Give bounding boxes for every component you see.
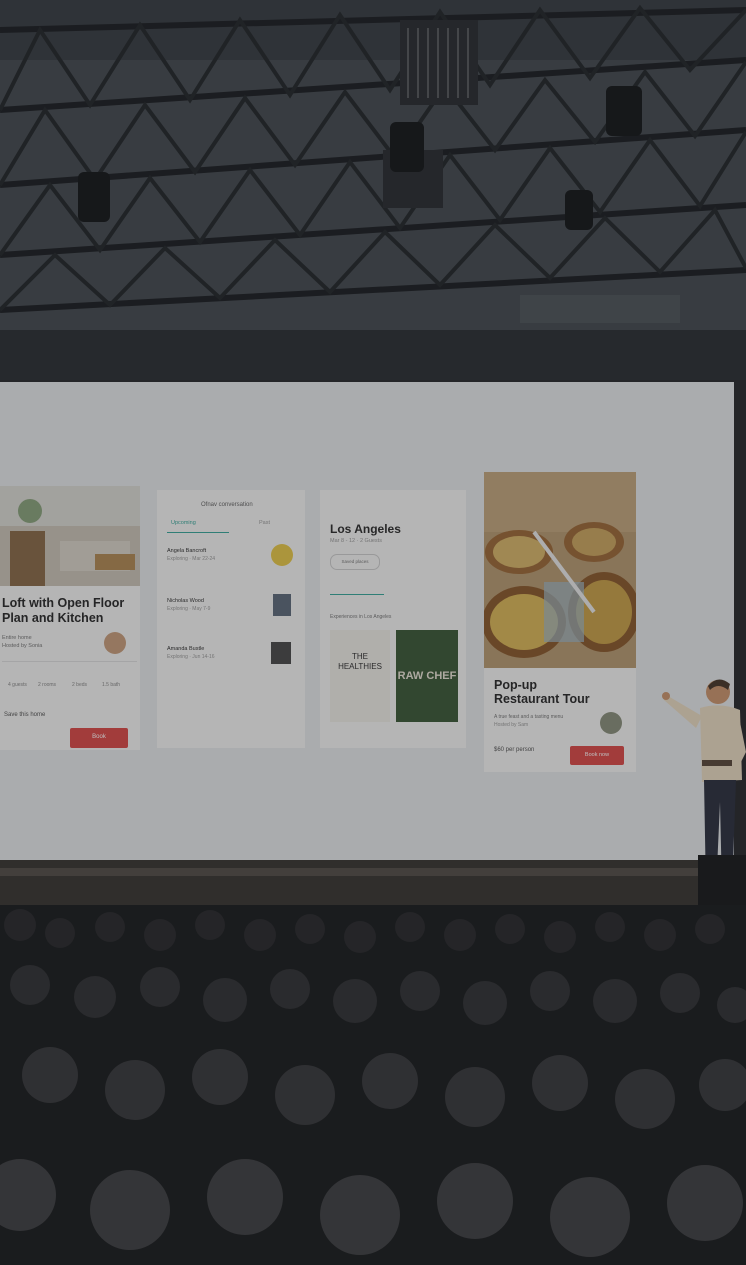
- restaurant-host-avatar: [600, 712, 622, 734]
- saved-chip-label: Saved places: [341, 559, 369, 564]
- amenity-rooms: 2 rooms: [38, 682, 57, 688]
- restaurant-title-line2: Restaurant Tour: [494, 692, 590, 706]
- tab-underline: [167, 532, 229, 533]
- card-loft-listing: Loft with Open Floor Plan and Kitchen En…: [0, 486, 140, 750]
- amenity-guests: 4 guests: [8, 682, 27, 688]
- card-restaurant-tour: Pop-up Restaurant Tour A true feast and …: [484, 472, 636, 772]
- food-photo: [484, 472, 636, 668]
- city-title: Los Angeles: [330, 522, 401, 536]
- book-title-healthies: THE HEALTHIES: [338, 652, 382, 671]
- saved-chip[interactable]: Saved places: [330, 554, 380, 570]
- city-tab-underline: [330, 594, 384, 595]
- loft-title-line2: Plan and Kitchen: [2, 611, 104, 625]
- book-title-raw-chef: RAW CHEF: [397, 670, 457, 682]
- message-avatar-1: [271, 544, 293, 566]
- book-cover-raw-chef[interactable]: RAW CHEF: [396, 630, 458, 722]
- message-avatar-3: [271, 642, 291, 664]
- audience: [0, 905, 746, 1265]
- restaurant-meta-line1: A true feast and a tasting menu: [494, 714, 564, 720]
- city-section-label: Experiences in Los Angeles: [330, 614, 392, 620]
- ceiling-trusses: [0, 0, 746, 380]
- loft-subtitle-line1: Entire home: [2, 635, 32, 641]
- conference-photo: Loft with Open Floor Plan and Kitchen En…: [0, 0, 746, 1265]
- tab-upcoming[interactable]: Upcoming: [171, 520, 196, 526]
- divider: [2, 661, 137, 662]
- loft-title-line1: Loft with Open Floor: [2, 596, 125, 610]
- message-line-2: Exploring · May 7-9: [167, 606, 211, 612]
- restaurant-book-label: Book now: [584, 752, 610, 758]
- loft-photo: [0, 486, 140, 586]
- restaurant-price: $60 per person: [494, 747, 535, 753]
- amenity-beds: 2 beds: [72, 682, 88, 688]
- message-name-1: Angela Bancroft: [167, 548, 207, 554]
- message-name-2: Nicholas Wood: [167, 598, 204, 604]
- message-avatar-2: [273, 594, 291, 616]
- restaurant-title-line1: Pop-up: [494, 678, 538, 692]
- card-los-angeles: Los Angeles Mar 8 - 12 · 2 Guests Saved …: [320, 490, 466, 748]
- amenity-bath: 1.5 bath: [102, 682, 121, 688]
- message-line-1: Exploring · Mar 22-24: [167, 556, 216, 562]
- city-subtitle: Mar 8 - 12 · 2 Guests: [330, 538, 382, 544]
- card-messages: Ofnav conversation Upcoming Past Angela …: [157, 490, 305, 748]
- messages-header: Ofnav conversation: [201, 502, 253, 508]
- host-avatar: [104, 632, 126, 654]
- message-name-3: Amanda Bustle: [167, 646, 205, 652]
- loft-book-label: Book: [92, 734, 106, 740]
- stage-monitor: [698, 855, 746, 907]
- loft-book-button[interactable]: Book: [70, 728, 128, 748]
- loft-subtitle-line2: Hosted by Sonia: [2, 643, 43, 649]
- loft-section-label: Save this home: [4, 712, 46, 718]
- restaurant-meta-line2: Hosted by Sam: [494, 722, 529, 728]
- message-line-3: Exploring · Jun 14-16: [167, 654, 215, 660]
- restaurant-book-button[interactable]: Book now: [570, 746, 624, 765]
- tab-past[interactable]: Past: [259, 520, 270, 526]
- book-cover-healthies[interactable]: THE HEALTHIES: [330, 630, 390, 722]
